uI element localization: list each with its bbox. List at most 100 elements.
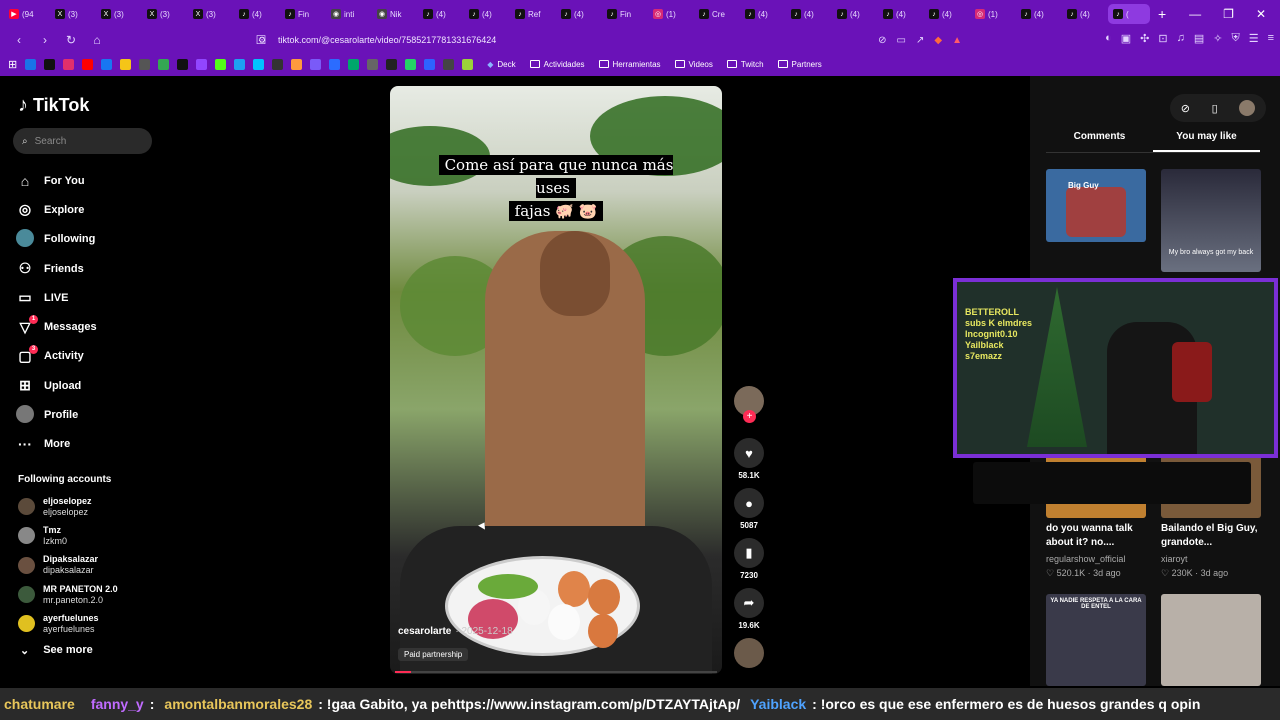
browser-tab[interactable]: ♪ (4) bbox=[924, 4, 970, 24]
bookmark-icon[interactable] bbox=[386, 58, 398, 70]
bookmark-icon[interactable] bbox=[348, 58, 360, 70]
rewards-icon[interactable]: ▲ bbox=[952, 35, 962, 46]
browser-tab[interactable]: ♪ (4) bbox=[740, 4, 786, 24]
link-icon[interactable]: ⊘ bbox=[1181, 102, 1190, 115]
recommended-thumbnail[interactable]: My bro always got my back bbox=[1161, 169, 1261, 272]
bookmark-folder-videos[interactable]: Videos bbox=[674, 60, 713, 69]
sidebar-item-upload[interactable]: ⊞ Upload bbox=[16, 371, 97, 400]
device-icon[interactable]: ▯ bbox=[1212, 102, 1218, 115]
sidebar-item-live[interactable]: ▭ LIVE bbox=[16, 283, 97, 312]
leo-icon[interactable]: ✧ bbox=[1213, 32, 1222, 45]
see-more-button[interactable]: ⌄ See more bbox=[20, 644, 93, 657]
bookmark-folder-herramientas[interactable]: Herramientas bbox=[598, 60, 661, 69]
tiktok-logo[interactable]: ♪ TikTok bbox=[18, 94, 89, 117]
bookmark-icon[interactable] bbox=[291, 58, 303, 70]
close-window-icon[interactable]: ✕ bbox=[1256, 7, 1266, 21]
browser-tab[interactable]: ♪ (4) bbox=[464, 4, 510, 24]
whatsapp-bookmark-icon[interactable] bbox=[405, 58, 417, 70]
recommended-thumbnail[interactable]: YA NADIE RESPETA A LA CARA DE ENTEL bbox=[1046, 594, 1146, 686]
recommended-caption[interactable]: do you wanna talk about it? no.... bbox=[1046, 522, 1146, 550]
video-author[interactable]: cesarolarte · 2025-12-18 bbox=[398, 626, 513, 637]
reload-icon[interactable]: ↻ bbox=[64, 33, 78, 47]
recommended-caption[interactable]: Bailando el Big Guy, grandote... bbox=[1161, 522, 1261, 550]
browser-tab[interactable]: ◎ (1) bbox=[648, 4, 694, 24]
brave-shield-icon[interactable]: ◆ bbox=[934, 35, 942, 46]
following-account[interactable]: Dipaksalazar dipaksalazar bbox=[18, 551, 118, 580]
following-account[interactable]: eljoselopez eljoselopez bbox=[18, 492, 118, 521]
extension-icon[interactable]: ⊡ bbox=[1158, 32, 1167, 45]
site-info-icon[interactable]: ⚙ bbox=[258, 35, 266, 46]
url-field[interactable]: ⚙ tiktok.com/@cesarolarte/video/75852177… bbox=[250, 30, 970, 50]
minimize-icon[interactable]: — bbox=[1189, 7, 1201, 21]
bookmark-icon[interactable] bbox=[367, 58, 379, 70]
bookmark-folder-partners[interactable]: Partners bbox=[777, 60, 822, 69]
search-input[interactable]: ⌕ Search bbox=[13, 128, 152, 154]
bookmark-icon[interactable] bbox=[253, 58, 265, 70]
browser-tab[interactable]: ◉ Nik bbox=[372, 4, 418, 24]
back-icon[interactable]: ‹ bbox=[12, 33, 26, 47]
follow-plus-icon[interactable]: + bbox=[743, 410, 756, 423]
browser-tab[interactable]: ♪ (4) bbox=[832, 4, 878, 24]
twitch-bookmark-icon[interactable] bbox=[196, 58, 208, 70]
browser-tab[interactable]: X (3) bbox=[96, 4, 142, 24]
browser-tab[interactable]: ♪ Fin bbox=[280, 4, 326, 24]
browser-tab[interactable]: ♪ (4) bbox=[1062, 4, 1108, 24]
kick-bookmark-icon[interactable] bbox=[215, 58, 227, 70]
recommended-thumbnail[interactable] bbox=[1161, 594, 1261, 686]
browser-tab[interactable]: ♪ (4) bbox=[786, 4, 832, 24]
bookmark-icon[interactable] bbox=[424, 58, 436, 70]
browser-tab[interactable]: X (3) bbox=[50, 4, 96, 24]
bookmark-icon[interactable] bbox=[443, 58, 455, 70]
bookmark-icon[interactable] bbox=[139, 58, 151, 70]
share-arrow-icon[interactable]: ➦ bbox=[734, 588, 764, 618]
following-account[interactable]: Tmz Izkm0 bbox=[18, 521, 118, 550]
bookmark-deck[interactable]: ◆ Deck bbox=[487, 60, 515, 69]
browser-tab[interactable]: ◎ (1) bbox=[970, 4, 1016, 24]
browser-tab[interactable]: ▶ (94 bbox=[4, 4, 50, 24]
music-disc[interactable] bbox=[732, 638, 766, 668]
apps-icon[interactable]: ⊞ bbox=[8, 58, 17, 71]
sidebar-item-following[interactable]: Following bbox=[16, 225, 97, 254]
puzzle-icon[interactable]: ✣ bbox=[1140, 32, 1149, 45]
bookmark-icon[interactable] bbox=[234, 58, 246, 70]
comment-action[interactable]: ● 5087 bbox=[732, 488, 766, 530]
recommended-author[interactable]: xiaroyt bbox=[1161, 553, 1188, 566]
forward-icon[interactable]: › bbox=[38, 33, 52, 47]
share-icon[interactable]: ↗ bbox=[916, 35, 924, 46]
bookmark-icon[interactable] bbox=[310, 58, 322, 70]
cast-icon[interactable]: ▭ bbox=[897, 35, 906, 46]
extension-icon[interactable]: ▣ bbox=[1121, 32, 1131, 45]
maximize-icon[interactable]: ❐ bbox=[1223, 7, 1234, 21]
vpn-icon[interactable]: ☰ bbox=[1249, 32, 1259, 45]
browser-tab[interactable]: ♪ Cre bbox=[694, 4, 740, 24]
bookmark-icon[interactable] bbox=[329, 58, 341, 70]
x-bookmark-icon[interactable] bbox=[177, 58, 189, 70]
user-avatar[interactable] bbox=[1239, 100, 1256, 116]
sidebar-item-explore[interactable]: ◎ Explore bbox=[16, 195, 97, 224]
browser-tab[interactable]: ♪ (4) bbox=[878, 4, 924, 24]
browser-tab[interactable]: ♪ (4) bbox=[1016, 4, 1062, 24]
drive-bookmark-icon[interactable] bbox=[158, 58, 170, 70]
browser-tab[interactable]: ♪ (4) bbox=[556, 4, 602, 24]
tiktok-bookmark-icon[interactable] bbox=[44, 58, 56, 70]
following-account[interactable]: ayerfuelunes ayerfuelunes bbox=[18, 609, 118, 638]
wallet-icon[interactable]: ▤ bbox=[1194, 32, 1204, 45]
sidebar-item-friends[interactable]: ⚇ Friends bbox=[16, 254, 97, 283]
menu-icon[interactable]: ≡ bbox=[1268, 32, 1274, 45]
extension-icon[interactable]: ◐ bbox=[1105, 32, 1112, 45]
browser-tab[interactable]: ♪ Ref bbox=[510, 4, 556, 24]
share-action[interactable]: ➦ 19.6K bbox=[732, 588, 766, 630]
music-icon[interactable]: ♫ bbox=[1177, 32, 1185, 45]
browser-tab[interactable]: X (3) bbox=[188, 4, 234, 24]
new-tab-button[interactable]: + bbox=[1158, 6, 1166, 22]
sidebar-item-profile[interactable]: Profile bbox=[16, 400, 97, 429]
youtube-bookmark-icon[interactable] bbox=[82, 58, 94, 70]
bookmark-icon[interactable] bbox=[272, 58, 284, 70]
browser-tab[interactable]: ♪ (4) bbox=[234, 4, 280, 24]
browser-tab[interactable]: X (3) bbox=[142, 4, 188, 24]
sidebar-item-more[interactable]: ··· More bbox=[16, 430, 97, 459]
browser-tab[interactable]: ♪ Fin bbox=[602, 4, 648, 24]
video-player[interactable]: Come así para que nunca más uses fajas 🐖… bbox=[390, 86, 722, 674]
comment-icon[interactable]: ● bbox=[734, 488, 764, 518]
recommended-author[interactable]: regularshow_official bbox=[1046, 553, 1125, 566]
